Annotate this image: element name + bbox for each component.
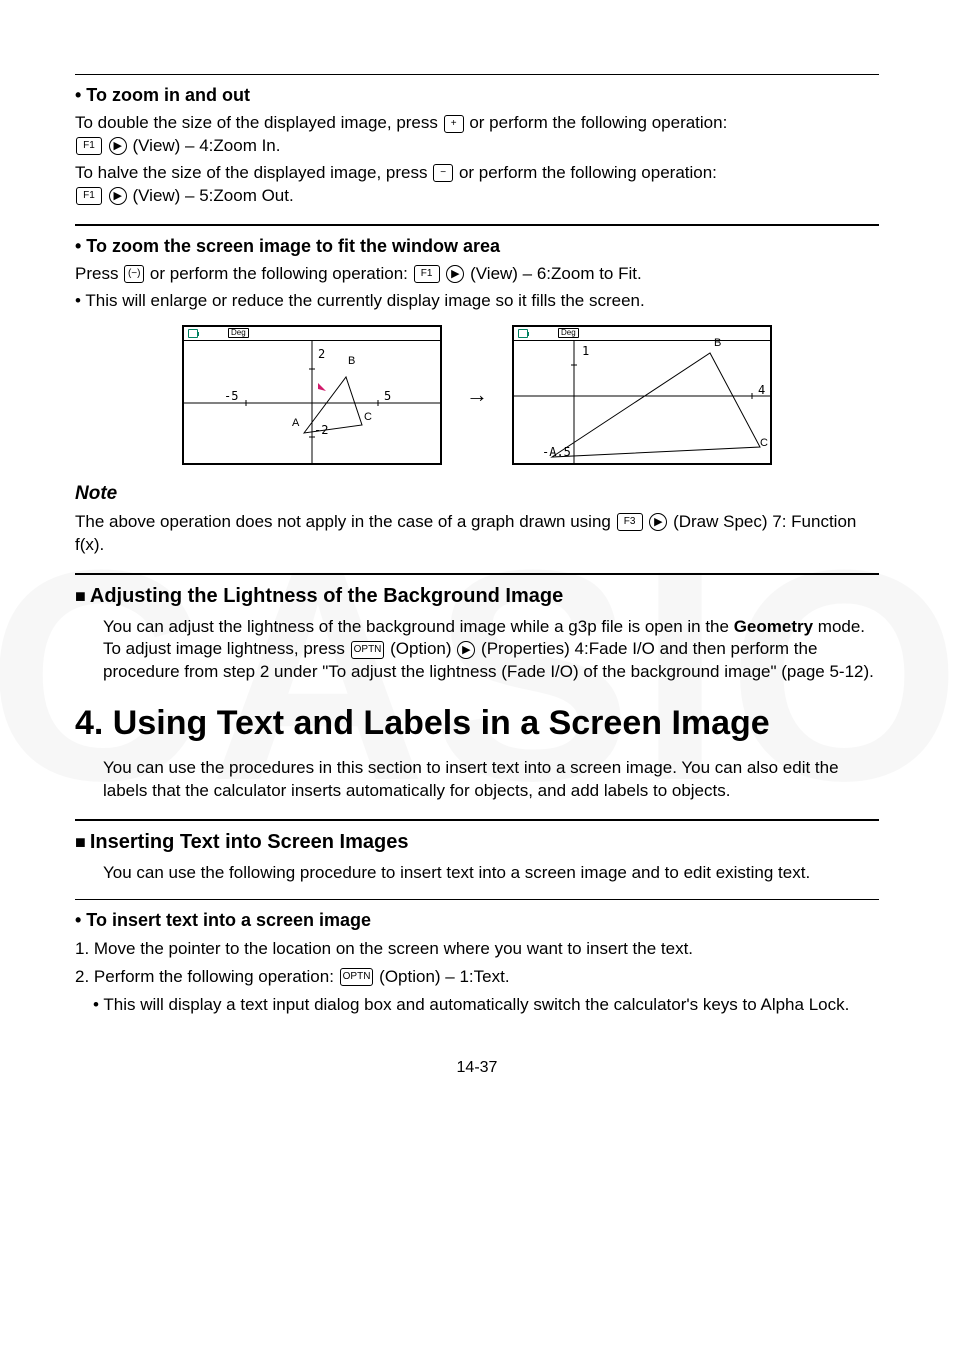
- inserting-intro: You can use the following procedure to i…: [75, 862, 879, 885]
- heading-inserting-text: ■Inserting Text into Screen Images: [75, 831, 879, 854]
- heading-insert-proc: • To insert text into a screen image: [75, 910, 879, 931]
- lightness-text: You can adjust the lightness of the back…: [75, 616, 879, 685]
- battery-icon: [518, 329, 528, 338]
- axis-label-xmax: 5: [384, 389, 391, 403]
- f1-key: F1: [414, 265, 440, 283]
- optn-key: OPTN: [340, 968, 374, 986]
- blacksquare-icon: ■: [75, 832, 86, 853]
- tri-label-b: B: [714, 337, 721, 349]
- insert-step-sub: • This will display a text input dialog …: [75, 993, 879, 1017]
- blacksquare-icon: ■: [75, 586, 86, 607]
- axis-label-ytop: 1: [582, 344, 589, 358]
- axis-label-ytop: 2: [318, 347, 325, 361]
- right-key: ▶: [446, 265, 464, 283]
- heading-section-4: 4. Using Text and Labels in a Screen Ima…: [75, 704, 879, 743]
- heading-zoom-fit: • To zoom the screen image to fit the wi…: [75, 236, 879, 257]
- right-key: ▶: [457, 641, 475, 659]
- zoom-fit-bullet: • This will enlarge or reduce the curren…: [75, 290, 879, 313]
- right-key: ▶: [649, 513, 667, 531]
- zoom-fit-text: Press (−) or perform the following opera…: [75, 263, 879, 286]
- insert-step-1: 1. Move the pointer to the location on t…: [75, 937, 879, 961]
- axis-label-xmin: -A.5: [542, 445, 571, 459]
- axis-label-xmax: 4: [758, 383, 765, 397]
- calc-screen-after: Deg 1 4 -A.5 B C: [512, 325, 772, 465]
- zoom-halve-text: To halve the size of the displayed image…: [75, 162, 879, 208]
- note-text: The above operation does not apply in th…: [75, 511, 879, 557]
- right-key: ▶: [109, 187, 127, 205]
- divider: [75, 224, 879, 226]
- f3-key: F3: [617, 513, 643, 531]
- divider: [75, 819, 879, 821]
- zoom-double-text: To double the size of the displayed imag…: [75, 112, 879, 158]
- divider: [75, 899, 879, 900]
- axis-label-xmin: -5: [224, 389, 238, 403]
- minus-key: −: [433, 164, 453, 182]
- section4-intro: You can use the procedures in this secti…: [75, 757, 879, 803]
- status-bar: Deg: [184, 327, 440, 341]
- right-key: ▶: [109, 137, 127, 155]
- divider: [75, 573, 879, 575]
- deg-indicator: Deg: [228, 328, 249, 338]
- figure-row: Deg -5 5 2 -2: [75, 325, 879, 465]
- calc-screen-before: Deg -5 5 2 -2: [182, 325, 442, 465]
- page-number: 14-37: [75, 1059, 879, 1077]
- status-bar: Deg: [514, 327, 770, 341]
- tri-label-b: B: [348, 355, 355, 367]
- tri-label-c: C: [760, 437, 768, 449]
- insert-step-2: 2. Perform the following operation: OPTN…: [75, 965, 879, 989]
- arrow-icon: →: [466, 382, 488, 408]
- f1-key: F1: [76, 187, 102, 205]
- neg-key: (−): [124, 265, 144, 283]
- axis-label-ybot: -2: [314, 423, 328, 437]
- deg-indicator: Deg: [558, 328, 579, 338]
- divider: [75, 74, 879, 75]
- heading-lightness: ■Adjusting the Lightness of the Backgrou…: [75, 585, 879, 608]
- f1-key: F1: [76, 137, 102, 155]
- plus-key: +: [444, 115, 464, 133]
- optn-key: OPTN: [351, 641, 385, 659]
- heading-zoom-in-out: • To zoom in and out: [75, 85, 879, 106]
- tri-label-c: C: [364, 411, 372, 423]
- note-heading: Note: [75, 483, 879, 505]
- battery-icon: [188, 329, 198, 338]
- tri-label-a: A: [292, 417, 299, 429]
